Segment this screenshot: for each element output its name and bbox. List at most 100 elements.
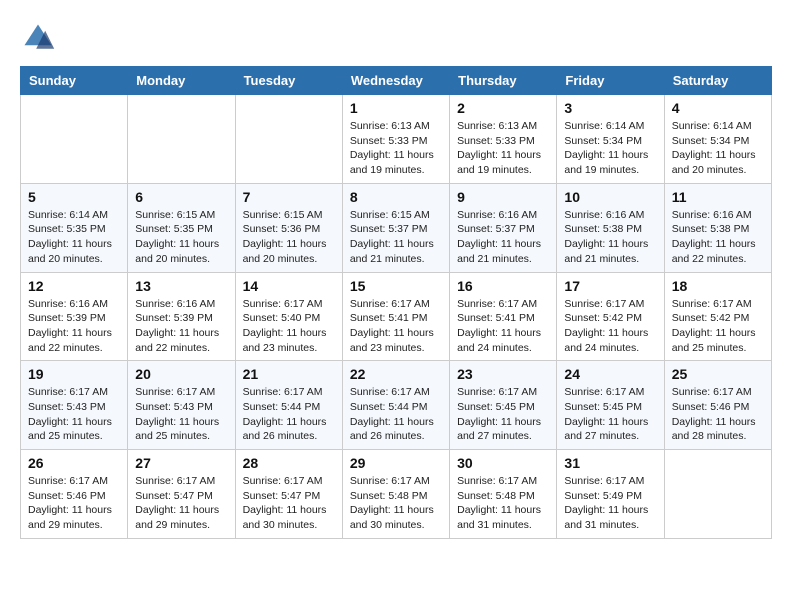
day-info: Sunrise: 6:17 AM Sunset: 5:41 PM Dayligh…: [350, 297, 442, 356]
weekday-header-sunday: Sunday: [21, 67, 128, 95]
day-info: Sunrise: 6:17 AM Sunset: 5:43 PM Dayligh…: [28, 385, 120, 444]
day-number: 26: [28, 455, 120, 471]
weekday-header-wednesday: Wednesday: [342, 67, 449, 95]
calendar-week-row: 26 Sunrise: 6:17 AM Sunset: 5:46 PM Dayli…: [21, 450, 772, 539]
weekday-header-row: SundayMondayTuesdayWednesdayThursdayFrid…: [21, 67, 772, 95]
calendar-week-row: 1 Sunrise: 6:13 AM Sunset: 5:33 PM Daylig…: [21, 95, 772, 184]
day-number: 24: [564, 366, 656, 382]
calendar-cell: 14Sunrise: 6:17 AM Sunset: 5:40 PM Dayli…: [235, 272, 342, 361]
calendar-cell: 19 Sunrise: 6:17 AM Sunset: 5:43 PM Dayli…: [21, 361, 128, 450]
calendar-cell: 29 Sunrise: 6:17 AM Sunset: 5:48 PM Dayli…: [342, 450, 449, 539]
calendar-cell: 12 Sunrise: 6:16 AM Sunset: 5:39 PM Dayli…: [21, 272, 128, 361]
day-number: 20: [135, 366, 227, 382]
day-info: Sunrise: 6:16 AM Sunset: 5:38 PM Dayligh…: [564, 208, 656, 267]
calendar-cell: 31Sunrise: 6:17 AM Sunset: 5:49 PM Dayli…: [557, 450, 664, 539]
day-number: 17: [564, 278, 656, 294]
day-info: Sunrise: 6:17 AM Sunset: 5:46 PM Dayligh…: [672, 385, 764, 444]
day-number: 11: [672, 189, 764, 205]
day-number: 8: [350, 189, 442, 205]
day-number: 7: [243, 189, 335, 205]
calendar-cell: 11 Sunrise: 6:16 AM Sunset: 5:38 PM Dayli…: [664, 183, 771, 272]
calendar-cell: 3Sunrise: 6:14 AM Sunset: 5:34 PM Daylig…: [557, 95, 664, 184]
calendar-cell: 21 Sunrise: 6:17 AM Sunset: 5:44 PM Dayli…: [235, 361, 342, 450]
calendar-cell: 7 Sunrise: 6:15 AM Sunset: 5:36 PM Daylig…: [235, 183, 342, 272]
calendar-cell: 17 Sunrise: 6:17 AM Sunset: 5:42 PM Dayli…: [557, 272, 664, 361]
calendar-cell: 23Sunrise: 6:17 AM Sunset: 5:45 PM Dayli…: [450, 361, 557, 450]
day-info: Sunrise: 6:17 AM Sunset: 5:42 PM Dayligh…: [564, 297, 656, 356]
day-number: 2: [457, 100, 549, 116]
calendar-cell: 6 Sunrise: 6:15 AM Sunset: 5:35 PM Daylig…: [128, 183, 235, 272]
day-number: 19: [28, 366, 120, 382]
day-number: 3: [564, 100, 656, 116]
calendar-cell: 27 Sunrise: 6:17 AM Sunset: 5:47 PM Dayli…: [128, 450, 235, 539]
day-number: 25: [672, 366, 764, 382]
calendar-cell: 28 Sunrise: 6:17 AM Sunset: 5:47 PM Dayli…: [235, 450, 342, 539]
calendar-cell: 8 Sunrise: 6:15 AM Sunset: 5:37 PM Daylig…: [342, 183, 449, 272]
calendar-cell: 26 Sunrise: 6:17 AM Sunset: 5:46 PM Dayli…: [21, 450, 128, 539]
weekday-header-thursday: Thursday: [450, 67, 557, 95]
day-number: 14: [243, 278, 335, 294]
day-number: 30: [457, 455, 549, 471]
day-info: Sunrise: 6:17 AM Sunset: 5:47 PM Dayligh…: [243, 474, 335, 533]
calendar-cell: 18 Sunrise: 6:17 AM Sunset: 5:42 PM Dayli…: [664, 272, 771, 361]
day-number: 6: [135, 189, 227, 205]
calendar-cell: 22 Sunrise: 6:17 AM Sunset: 5:44 PM Dayli…: [342, 361, 449, 450]
calendar-cell: 20 Sunrise: 6:17 AM Sunset: 5:43 PM Dayli…: [128, 361, 235, 450]
day-number: 31: [564, 455, 656, 471]
day-number: 5: [28, 189, 120, 205]
day-info: Sunrise: 6:15 AM Sunset: 5:35 PM Dayligh…: [135, 208, 227, 267]
day-number: 15: [350, 278, 442, 294]
calendar-body: 1 Sunrise: 6:13 AM Sunset: 5:33 PM Daylig…: [21, 95, 772, 539]
day-info: Sunrise: 6:16 AM Sunset: 5:37 PM Dayligh…: [457, 208, 549, 267]
day-number: 4: [672, 100, 764, 116]
calendar-cell: 9 Sunrise: 6:16 AM Sunset: 5:37 PM Daylig…: [450, 183, 557, 272]
day-info: Sunrise: 6:17 AM Sunset: 5:44 PM Dayligh…: [350, 385, 442, 444]
day-info: Sunrise: 6:17 AM Sunset: 5:44 PM Dayligh…: [243, 385, 335, 444]
day-info: Sunrise: 6:15 AM Sunset: 5:37 PM Dayligh…: [350, 208, 442, 267]
day-info: Sunrise: 6:17 AM Sunset: 5:47 PM Dayligh…: [135, 474, 227, 533]
day-number: 9: [457, 189, 549, 205]
day-info: Sunrise: 6:17 AM Sunset: 5:43 PM Dayligh…: [135, 385, 227, 444]
day-number: 21: [243, 366, 335, 382]
calendar-cell: 10 Sunrise: 6:16 AM Sunset: 5:38 PM Dayli…: [557, 183, 664, 272]
page-header: [20, 20, 772, 56]
day-number: 18: [672, 278, 764, 294]
calendar-cell: 5Sunrise: 6:14 AM Sunset: 5:35 PM Daylig…: [21, 183, 128, 272]
calendar-cell: [235, 95, 342, 184]
logo: [20, 20, 62, 56]
day-info: Sunrise: 6:17 AM Sunset: 5:48 PM Dayligh…: [457, 474, 549, 533]
weekday-header-monday: Monday: [128, 67, 235, 95]
day-info: Sunrise: 6:13 AM Sunset: 5:33 PM Dayligh…: [350, 119, 442, 178]
day-info: Sunrise: 6:16 AM Sunset: 5:39 PM Dayligh…: [28, 297, 120, 356]
calendar-cell: 1 Sunrise: 6:13 AM Sunset: 5:33 PM Daylig…: [342, 95, 449, 184]
calendar-cell: 25 Sunrise: 6:17 AM Sunset: 5:46 PM Dayli…: [664, 361, 771, 450]
calendar-cell: 24Sunrise: 6:17 AM Sunset: 5:45 PM Dayli…: [557, 361, 664, 450]
day-info: Sunrise: 6:17 AM Sunset: 5:42 PM Dayligh…: [672, 297, 764, 356]
day-number: 10: [564, 189, 656, 205]
day-number: 16: [457, 278, 549, 294]
weekday-header-saturday: Saturday: [664, 67, 771, 95]
day-info: Sunrise: 6:17 AM Sunset: 5:48 PM Dayligh…: [350, 474, 442, 533]
day-info: Sunrise: 6:14 AM Sunset: 5:34 PM Dayligh…: [672, 119, 764, 178]
weekday-header-friday: Friday: [557, 67, 664, 95]
day-number: 23: [457, 366, 549, 382]
day-number: 28: [243, 455, 335, 471]
day-number: 27: [135, 455, 227, 471]
day-number: 1: [350, 100, 442, 116]
calendar-week-row: 5Sunrise: 6:14 AM Sunset: 5:35 PM Daylig…: [21, 183, 772, 272]
calendar-cell: 16Sunrise: 6:17 AM Sunset: 5:41 PM Dayli…: [450, 272, 557, 361]
calendar-week-row: 19 Sunrise: 6:17 AM Sunset: 5:43 PM Dayli…: [21, 361, 772, 450]
calendar-cell: [664, 450, 771, 539]
day-info: Sunrise: 6:17 AM Sunset: 5:46 PM Dayligh…: [28, 474, 120, 533]
day-info: Sunrise: 6:16 AM Sunset: 5:39 PM Dayligh…: [135, 297, 227, 356]
calendar-cell: [21, 95, 128, 184]
calendar-cell: 13Sunrise: 6:16 AM Sunset: 5:39 PM Dayli…: [128, 272, 235, 361]
calendar-cell: 2Sunrise: 6:13 AM Sunset: 5:33 PM Daylig…: [450, 95, 557, 184]
calendar-table: SundayMondayTuesdayWednesdayThursdayFrid…: [20, 66, 772, 539]
day-number: 22: [350, 366, 442, 382]
day-info: Sunrise: 6:16 AM Sunset: 5:38 PM Dayligh…: [672, 208, 764, 267]
day-number: 29: [350, 455, 442, 471]
day-number: 12: [28, 278, 120, 294]
calendar-cell: 15 Sunrise: 6:17 AM Sunset: 5:41 PM Dayli…: [342, 272, 449, 361]
day-info: Sunrise: 6:15 AM Sunset: 5:36 PM Dayligh…: [243, 208, 335, 267]
